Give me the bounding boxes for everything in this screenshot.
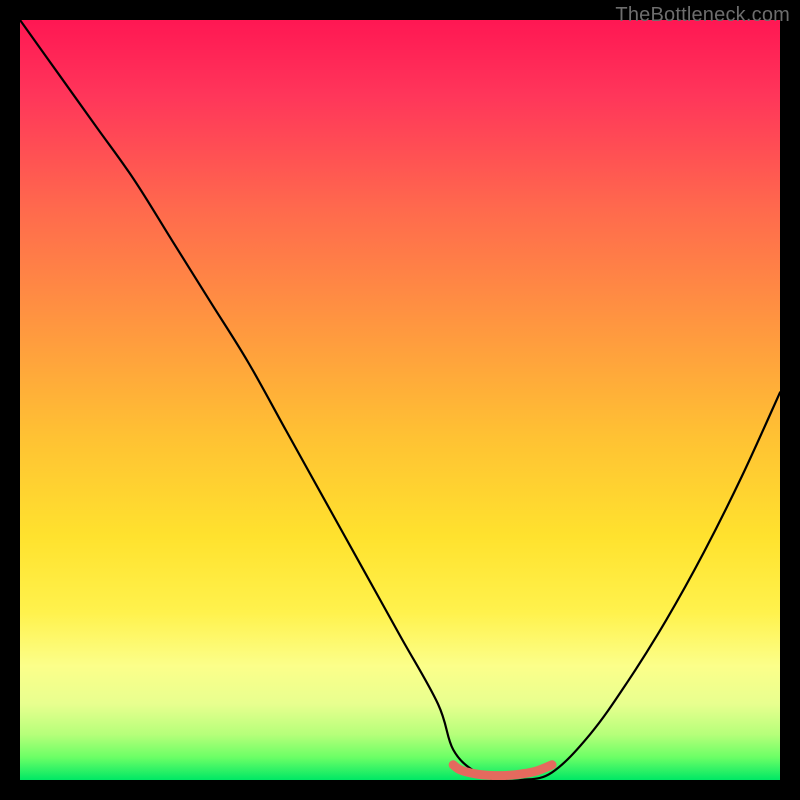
chart-frame: TheBottleneck.com (0, 0, 800, 800)
plot-area (20, 20, 780, 780)
curve-layer (20, 20, 780, 780)
watermark-text: TheBottleneck.com (615, 4, 790, 27)
bottleneck-curve (20, 20, 780, 780)
